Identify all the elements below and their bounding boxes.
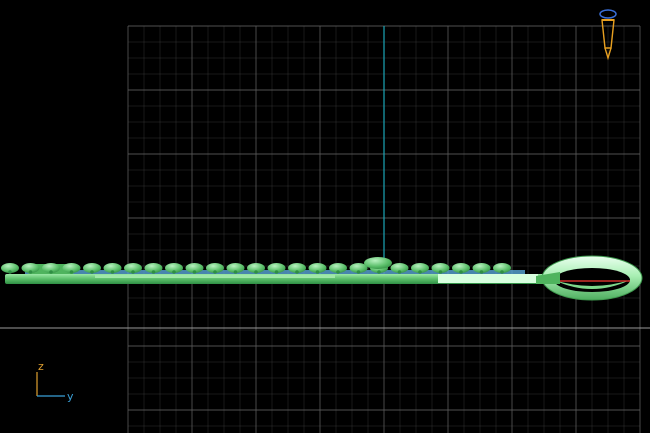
3d-viewport[interactable]: z y	[0, 0, 650, 433]
model-bump-dot	[336, 270, 340, 274]
axis-gizmo: z y	[36, 360, 74, 403]
model-bump-dot	[172, 270, 176, 274]
model-bump-dot	[28, 270, 33, 274]
model-bump-dot	[356, 270, 361, 274]
z-axis-label: z	[38, 360, 44, 373]
model-bump-dot	[213, 270, 217, 274]
model-bump-dot	[459, 270, 463, 274]
model-bump-dot	[377, 270, 381, 274]
model-bump-dot	[479, 270, 484, 274]
model-bump-dot	[233, 270, 238, 274]
model-bump-dot	[500, 270, 504, 274]
camera-lens-icon	[599, 9, 617, 19]
model-bump-dot	[110, 270, 115, 274]
model-bump-dot	[151, 270, 156, 274]
model-bump-dot	[254, 270, 258, 274]
model-bump-dot	[274, 270, 279, 274]
3d-model-stick[interactable]	[1, 255, 643, 301]
model-bump-dot	[90, 270, 94, 274]
model-bump-dot	[418, 270, 422, 274]
model-bump-dot	[315, 270, 320, 274]
model-bump-dot	[295, 270, 299, 274]
model-bump-dot	[131, 270, 135, 274]
viewport-canvas[interactable]: z y	[0, 0, 650, 433]
model-bump-dot	[49, 270, 53, 274]
model-base-highlight-light	[438, 274, 538, 283]
model-bump-dot	[438, 270, 443, 274]
y-axis-label: y	[67, 390, 74, 403]
model-center-bump	[364, 257, 392, 269]
model-bump-dot	[397, 270, 402, 274]
model-bump-dot	[8, 270, 12, 274]
model-bump-dot	[192, 270, 197, 274]
model-bump-dot	[69, 270, 74, 274]
model-base-highlight	[95, 275, 335, 278]
